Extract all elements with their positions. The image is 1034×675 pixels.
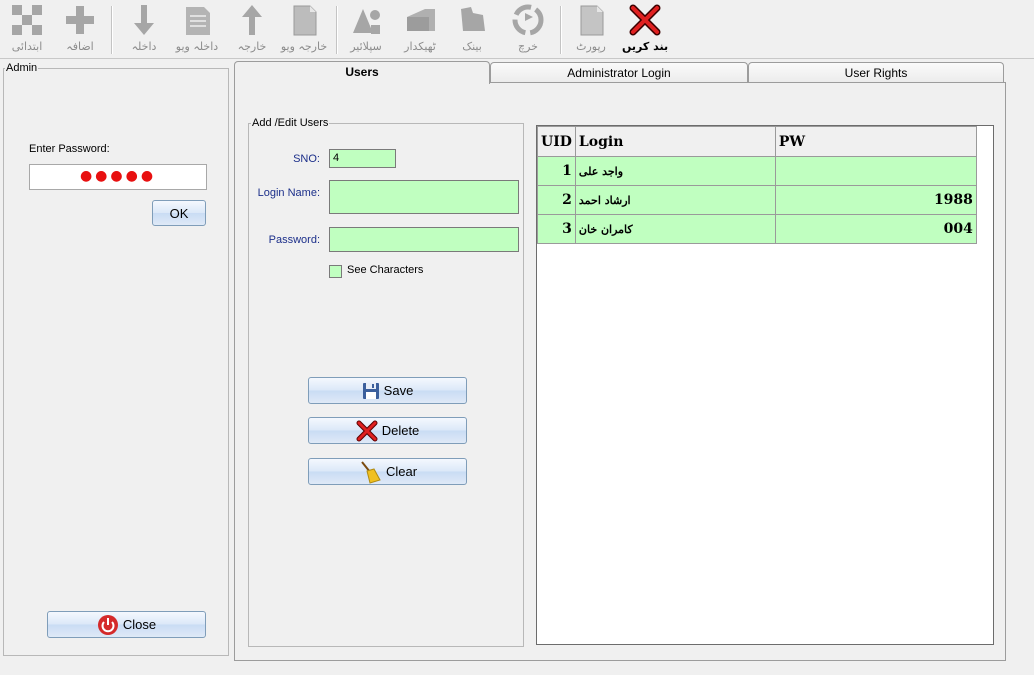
- delete-x-icon: [356, 420, 378, 441]
- sno-label: SNO:: [293, 153, 320, 165]
- tab-label: User Rights: [844, 66, 908, 80]
- toolbar-initial-button[interactable]: ابتدائی: [8, 3, 46, 57]
- save-button[interactable]: Save: [308, 377, 467, 404]
- uid-cell[interactable]: 3: [537, 214, 576, 244]
- login-cell[interactable]: ارشاد احمد: [574, 185, 776, 215]
- notepad-icon: [186, 7, 210, 35]
- toolbar-add-button[interactable]: اضافہ: [60, 3, 100, 57]
- tab-label: Administrator Login: [567, 66, 671, 80]
- delete-button[interactable]: Delete: [308, 417, 467, 444]
- login-name-label: Login Name:: [257, 187, 320, 199]
- close-button[interactable]: Close: [47, 611, 206, 638]
- sno-field[interactable]: 4: [329, 149, 396, 168]
- table-row[interactable]: 3 کامران خان 004: [537, 214, 977, 244]
- column-header-uid[interactable]: UID: [537, 126, 576, 157]
- ok-button[interactable]: OK: [152, 200, 206, 226]
- delete-button-label: Delete: [381, 423, 420, 438]
- users-grid[interactable]: UID Login PW 1 واجد علی 2 ارشاد احمد 198…: [536, 125, 994, 645]
- main-toolbar: ابتدائی اضافہ داخلہ داخلہ ویو خارجہ خارج…: [0, 0, 1034, 59]
- folder-icon: [407, 9, 435, 31]
- toolbar-separator: [111, 6, 113, 54]
- status-strip: [0, 665, 1034, 675]
- toolbar-report-button[interactable]: رپورٹ: [570, 3, 612, 57]
- password-mask: ●●●●●: [79, 168, 157, 184]
- pw-cell[interactable]: 004: [774, 214, 977, 244]
- toolbar-label: سپلائیر: [350, 40, 382, 53]
- toolbar-contractor-button[interactable]: ٹھیکدار: [398, 3, 442, 57]
- toolbar-label: ٹھیکدار: [404, 40, 436, 53]
- password-field[interactable]: [329, 227, 519, 252]
- tab-label: Users: [345, 65, 379, 79]
- plus-icon: [66, 6, 94, 34]
- password-label: Password:: [268, 234, 320, 246]
- close-x-icon: [629, 4, 661, 36]
- login-cell[interactable]: کامران خان: [574, 214, 776, 244]
- toolbar-label: خارجہ: [237, 40, 267, 53]
- toolbar-close-button[interactable]: بند کریں: [622, 3, 668, 57]
- admin-group: [3, 68, 229, 656]
- pw-cell[interactable]: 1988: [774, 185, 977, 215]
- see-characters-label: See Characters: [347, 264, 424, 276]
- toolbar-label: خارجہ ویو: [280, 40, 328, 53]
- admin-password-input[interactable]: ●●●●●: [29, 164, 207, 190]
- toolbar-outgoing-view-button[interactable]: خارجہ ویو: [278, 3, 330, 57]
- login-name-field[interactable]: [329, 180, 519, 214]
- enter-password-label: Enter Password:: [29, 143, 110, 155]
- table-row[interactable]: 2 ارشاد احمد 1988: [537, 185, 977, 215]
- toolbar-label: بینک: [462, 40, 482, 53]
- column-header-login[interactable]: Login: [574, 126, 776, 157]
- arrow-down-icon: [134, 5, 154, 35]
- toolbar-label: داخلہ ویو: [175, 40, 219, 53]
- tab-users[interactable]: Users: [234, 61, 490, 84]
- broom-icon: [361, 460, 381, 484]
- uid-cell[interactable]: 1: [537, 156, 576, 186]
- toolbar-label: اضافہ: [66, 40, 94, 53]
- pw-cell[interactable]: [774, 156, 977, 186]
- toolbar-label: رپورٹ: [576, 40, 606, 53]
- uid-cell[interactable]: 2: [537, 185, 576, 215]
- bank-icon: [461, 7, 485, 31]
- clear-button-label: Clear: [385, 464, 418, 479]
- toolbar-separator: [336, 6, 338, 54]
- toolbar-label: خرچ: [518, 40, 538, 53]
- document-icon: [293, 5, 317, 36]
- column-header-pw[interactable]: PW: [774, 126, 977, 157]
- login-text: ارشاد احمد: [578, 193, 631, 207]
- admin-group-title: Admin: [5, 62, 39, 74]
- toolbar-supplier-button[interactable]: سپلائیر: [344, 3, 388, 57]
- toolbar-separator: [560, 6, 562, 54]
- grid-header-row: UID Login PW: [537, 126, 977, 157]
- toolbar-incoming-view-button[interactable]: داخلہ ویو: [172, 3, 222, 57]
- login-text: کامران خان: [578, 222, 633, 236]
- ok-button-label: OK: [169, 205, 189, 221]
- add-edit-users-title: Add /Edit Users: [251, 117, 330, 129]
- arrow-up-icon: [242, 5, 262, 35]
- table-row[interactable]: 1 واجد علی: [537, 156, 977, 186]
- toolbar-expense-button[interactable]: خرچ: [506, 3, 550, 57]
- report-icon: [580, 5, 604, 36]
- toolbar-label: بند کریں: [622, 40, 669, 53]
- clear-button[interactable]: Clear: [308, 458, 467, 485]
- shapes-icon: [353, 9, 380, 34]
- toolbar-incoming-button[interactable]: داخلہ: [124, 3, 164, 57]
- power-icon: [97, 614, 118, 635]
- login-text: واجد علی: [578, 164, 624, 178]
- tab-administrator-login[interactable]: Administrator Login: [490, 62, 748, 82]
- recycle-icon: [512, 4, 544, 36]
- grid-icon: [12, 5, 42, 35]
- see-characters-checkbox[interactable]: [329, 265, 342, 278]
- floppy-disk-icon: [362, 382, 379, 399]
- toolbar-outgoing-button[interactable]: خارجہ: [232, 3, 272, 57]
- tab-user-rights[interactable]: User Rights: [748, 62, 1004, 82]
- save-button-label: Save: [383, 383, 414, 398]
- toolbar-bank-button[interactable]: بینک: [452, 3, 492, 57]
- users-table: UID Login PW 1 واجد علی 2 ارشاد احمد 198…: [537, 126, 977, 244]
- toolbar-label: داخلہ: [131, 40, 157, 53]
- login-cell[interactable]: واجد علی: [574, 156, 776, 186]
- toolbar-label: ابتدائی: [11, 40, 43, 53]
- close-button-label: Close: [122, 617, 157, 632]
